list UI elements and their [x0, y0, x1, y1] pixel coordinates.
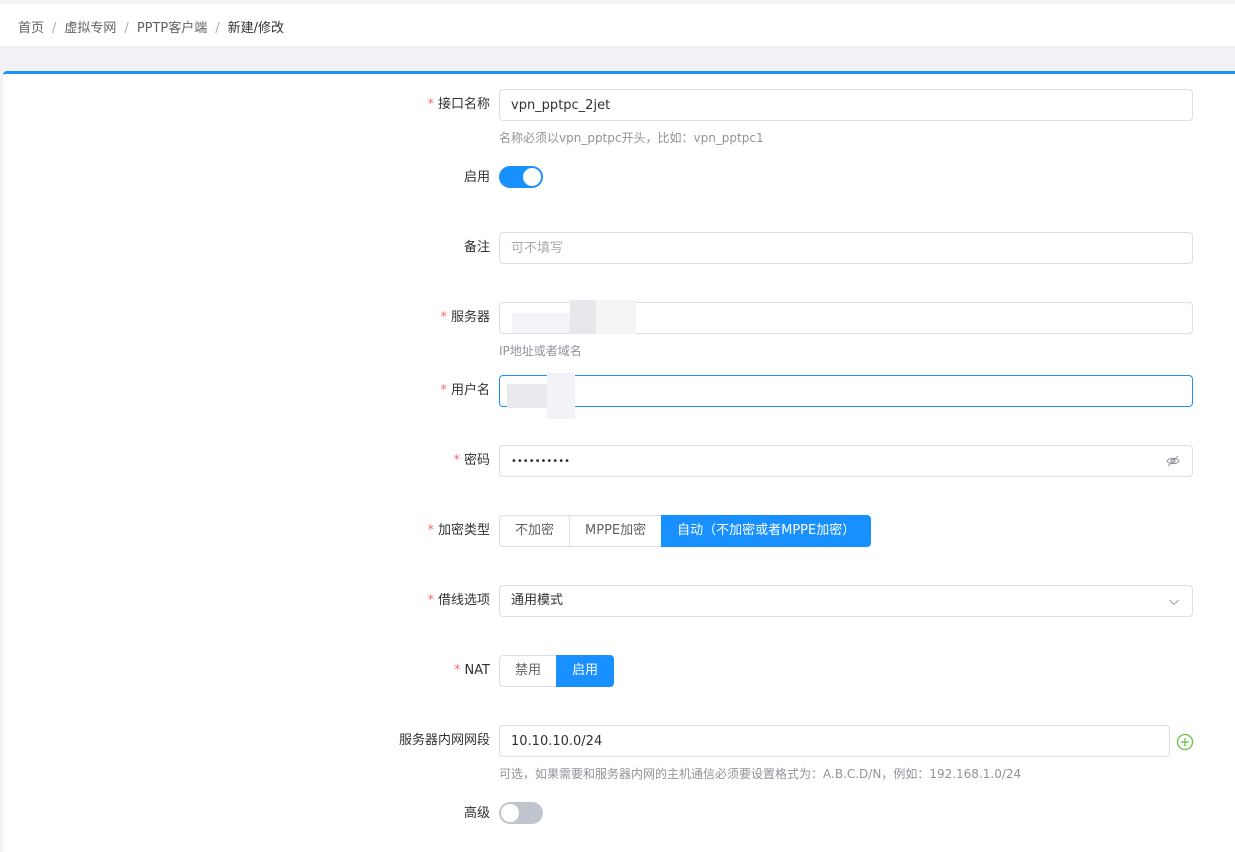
- remark-label: 备注: [463, 240, 490, 255]
- advanced-label: 高级: [463, 806, 490, 821]
- encryption-option-none[interactable]: 不加密: [499, 515, 571, 547]
- top-bar: 首页 / 虚拟专网 / PPTP客户端 / 新建/修改: [0, 0, 1235, 46]
- interface-name-label: * 接口名称: [427, 97, 490, 112]
- redacted-region: [547, 373, 575, 419]
- advanced-switch[interactable]: [499, 802, 543, 824]
- line-option-value: 通用模式: [511, 593, 564, 608]
- nat-button-group: 禁用 启用: [499, 655, 615, 687]
- breadcrumb-vpn[interactable]: 虚拟专网: [64, 21, 116, 36]
- encryption-option-mppe[interactable]: MPPE加密: [569, 515, 663, 547]
- username-label: * 用户名: [440, 383, 490, 398]
- redacted-region: [512, 313, 570, 333]
- breadcrumb-current: 新建/修改: [227, 21, 285, 36]
- password-value: ••••••••••: [511, 456, 570, 467]
- breadcrumb: 首页 / 虚拟专网 / PPTP客户端 / 新建/修改: [18, 21, 284, 37]
- nat-option-disable[interactable]: 禁用: [499, 655, 558, 687]
- encryption-option-auto[interactable]: 自动（不加密或者MPPE加密）: [661, 515, 872, 547]
- switch-knob: [523, 168, 541, 186]
- switch-knob: [501, 804, 519, 822]
- breadcrumb-home[interactable]: 首页: [18, 21, 44, 36]
- nat-label: * NAT: [453, 663, 490, 678]
- encryption-button-group: 不加密 MPPE加密 自动（不加密或者MPPE加密）: [499, 515, 872, 547]
- enable-label: 启用: [463, 170, 490, 185]
- interface-name-input[interactable]: [499, 89, 1193, 121]
- server-subnet-input[interactable]: [499, 725, 1170, 757]
- server-label: * 服务器: [440, 310, 490, 325]
- encryption-label: * 加密类型: [427, 523, 490, 538]
- nat-option-enable[interactable]: 启用: [556, 655, 615, 687]
- username-input[interactable]: [499, 375, 1193, 407]
- redacted-region: [570, 300, 596, 334]
- add-circle-icon[interactable]: [1176, 733, 1194, 751]
- interface-name-hint: 名称必须以vpn_pptpc开头，比如：vpn_pptpc1: [499, 131, 764, 145]
- chevron-down-icon: [1169, 599, 1179, 606]
- eye-hidden-icon[interactable]: [1166, 454, 1180, 468]
- breadcrumb-separator: /: [124, 21, 129, 36]
- line-option-select[interactable]: 通用模式: [499, 585, 1193, 617]
- server-subnet-label: 服务器内网网段: [398, 733, 490, 748]
- server-hint: IP地址或者域名: [499, 344, 582, 358]
- line-option-label: * 借线选项: [427, 593, 490, 608]
- breadcrumb-separator: /: [52, 21, 57, 36]
- enable-switch[interactable]: [499, 166, 543, 188]
- password-field[interactable]: ••••••••••: [499, 445, 1193, 477]
- server-subnet-hint: 可选，如果需要和服务器内网的主机通信必须要设置格式为：A.B.C.D/N，例如：…: [499, 767, 1022, 781]
- password-label: * 密码: [453, 453, 490, 468]
- redacted-region: [596, 300, 636, 334]
- redacted-region: [507, 384, 547, 408]
- remark-input[interactable]: [499, 232, 1193, 264]
- breadcrumb-pptp-client[interactable]: PPTP客户端: [137, 21, 207, 36]
- breadcrumb-separator: /: [215, 21, 220, 36]
